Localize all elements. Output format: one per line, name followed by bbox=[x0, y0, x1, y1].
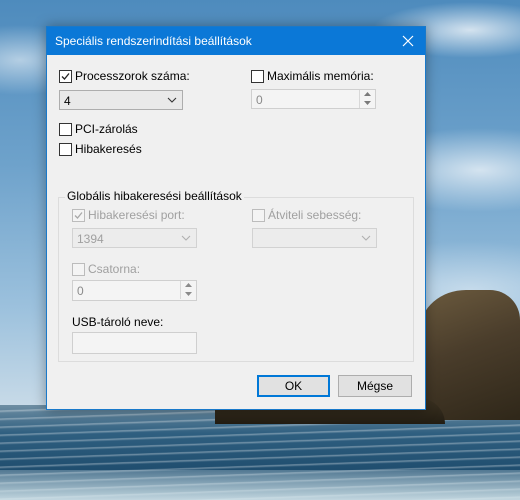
max-memory-spin-down[interactable] bbox=[360, 99, 375, 108]
processor-count-dropdown[interactable]: 4 bbox=[59, 90, 183, 110]
global-debug-group-label: Globális hibakeresési beállítások bbox=[65, 189, 244, 203]
debug-port-checkbox[interactable] bbox=[72, 208, 85, 222]
channel-spin-down[interactable] bbox=[181, 290, 196, 299]
chevron-down-icon bbox=[181, 235, 191, 241]
channel-spin-up[interactable] bbox=[181, 281, 196, 290]
dialog-title: Speciális rendszerindítási beállítások bbox=[55, 34, 252, 48]
checkmark-icon bbox=[61, 72, 70, 80]
processor-count-label: Processzorok száma: bbox=[75, 69, 190, 83]
cancel-button[interactable]: Mégse bbox=[338, 375, 412, 397]
usb-target-input[interactable] bbox=[72, 332, 197, 354]
advanced-boot-options-dialog: Speciális rendszerindítási beállítások P… bbox=[46, 26, 426, 410]
chevron-down-icon bbox=[167, 97, 177, 103]
caret-up-icon bbox=[364, 92, 371, 96]
debugging-checkbox-row[interactable]: Hibakeresés bbox=[59, 142, 142, 156]
debug-port-value: 1394 bbox=[77, 232, 104, 246]
debug-port-dropdown[interactable]: 1394 bbox=[72, 228, 197, 248]
processor-count-value: 4 bbox=[64, 94, 71, 108]
channel-checkbox[interactable] bbox=[72, 262, 85, 276]
wallpaper-foam bbox=[0, 470, 520, 500]
debugging-checkbox[interactable] bbox=[59, 142, 72, 156]
max-memory-spin-buttons bbox=[359, 90, 375, 108]
debugging-label: Hibakeresés bbox=[75, 142, 142, 156]
caret-down-icon bbox=[364, 101, 371, 105]
baud-rate-checkbox[interactable] bbox=[252, 208, 265, 222]
chevron-down-icon bbox=[361, 235, 371, 241]
max-memory-checkbox-row[interactable]: Maximális memória: bbox=[251, 69, 374, 83]
close-icon bbox=[402, 35, 414, 47]
usb-target-label: USB-tároló neve: bbox=[72, 315, 164, 329]
processor-count-checkbox[interactable] bbox=[59, 69, 72, 83]
max-memory-spin-up[interactable] bbox=[360, 90, 375, 99]
channel-value: 0 bbox=[77, 284, 84, 298]
pci-lock-label: PCI-zárolás bbox=[75, 122, 138, 136]
wallpaper-rock bbox=[420, 290, 520, 420]
title-bar[interactable]: Speciális rendszerindítási beállítások bbox=[47, 27, 425, 55]
baud-rate-checkbox-row[interactable]: Átviteli sebesség: bbox=[252, 208, 361, 222]
baud-rate-dropdown[interactable] bbox=[252, 228, 377, 248]
max-memory-checkbox[interactable] bbox=[251, 69, 264, 83]
caret-up-icon bbox=[185, 283, 192, 287]
close-button[interactable] bbox=[391, 27, 425, 55]
checkmark-icon bbox=[74, 211, 83, 219]
baud-rate-label: Átviteli sebesség: bbox=[268, 208, 362, 222]
pci-lock-checkbox[interactable] bbox=[59, 122, 72, 136]
max-memory-label: Maximális memória: bbox=[267, 69, 374, 83]
debug-port-checkbox-row[interactable]: Hibakeresési port: bbox=[72, 208, 185, 222]
ok-button[interactable]: OK bbox=[257, 375, 330, 397]
pci-lock-checkbox-row[interactable]: PCI-zárolás bbox=[59, 122, 138, 136]
max-memory-spinner[interactable]: 0 bbox=[251, 89, 376, 109]
max-memory-value: 0 bbox=[256, 93, 263, 107]
processor-count-checkbox-row[interactable]: Processzorok száma: bbox=[59, 69, 190, 83]
debug-port-label: Hibakeresési port: bbox=[88, 208, 185, 222]
channel-spinner[interactable]: 0 bbox=[72, 280, 197, 301]
caret-down-icon bbox=[185, 292, 192, 296]
channel-label: Csatorna: bbox=[88, 262, 141, 276]
channel-checkbox-row[interactable]: Csatorna: bbox=[72, 262, 140, 276]
channel-spin-buttons bbox=[180, 281, 196, 299]
